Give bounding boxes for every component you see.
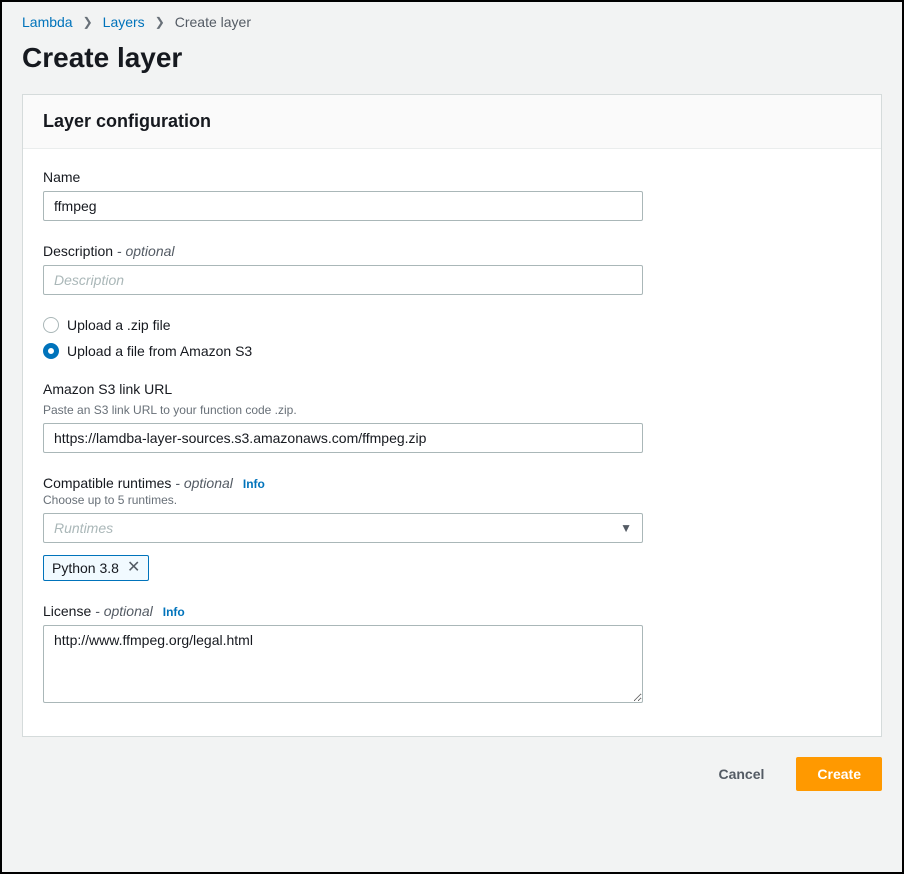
field-description: Description - optional [43, 243, 861, 295]
cancel-button[interactable]: Cancel [698, 757, 784, 791]
license-input[interactable] [43, 625, 643, 703]
field-s3-url: Amazon S3 link URL Paste an S3 link URL … [43, 381, 861, 453]
chevron-right-icon: ❯ [155, 15, 165, 29]
breadcrumb-current: Create layer [175, 14, 251, 30]
license-info-link[interactable]: Info [163, 605, 185, 619]
field-runtimes: Compatible runtimes - optional Info Choo… [43, 475, 861, 581]
panel-header: Layer configuration [23, 95, 881, 149]
s3-url-help: Paste an S3 link URL to your function co… [43, 403, 861, 417]
runtimes-label: Compatible runtimes - optional [43, 475, 233, 491]
panel-title: Layer configuration [43, 111, 861, 132]
runtimes-placeholder: Runtimes [54, 520, 113, 536]
description-label: Description - optional [43, 243, 861, 259]
chevron-right-icon: ❯ [83, 15, 93, 29]
radio-upload-s3[interactable]: Upload a file from Amazon S3 [43, 343, 861, 359]
name-label: Name [43, 169, 861, 185]
layer-config-panel: Layer configuration Name Description - o… [22, 94, 882, 737]
s3-url-label: Amazon S3 link URL [43, 381, 861, 397]
breadcrumb: Lambda ❯ Layers ❯ Create layer [22, 10, 882, 42]
runtimes-info-link[interactable]: Info [243, 477, 265, 491]
radio-icon [43, 317, 59, 333]
runtimes-help: Choose up to 5 runtimes. [43, 493, 861, 507]
s3-url-input[interactable] [43, 423, 643, 453]
form-actions: Cancel Create [22, 757, 882, 791]
chevron-down-icon: ▼ [620, 521, 632, 535]
breadcrumb-layers[interactable]: Layers [103, 14, 145, 30]
runtime-tag-label: Python 3.8 [52, 560, 119, 576]
field-name: Name [43, 169, 861, 221]
field-license: License - optional Info [43, 603, 861, 708]
name-input[interactable] [43, 191, 643, 221]
radio-upload-zip[interactable]: Upload a .zip file [43, 317, 861, 333]
radio-icon [43, 343, 59, 359]
runtime-tag: Python 3.8 ✕ [43, 555, 149, 581]
radio-s3-label: Upload a file from Amazon S3 [67, 343, 252, 359]
create-button[interactable]: Create [796, 757, 882, 791]
runtimes-select[interactable]: Runtimes ▼ [43, 513, 643, 543]
close-icon[interactable]: ✕ [127, 560, 140, 576]
description-input[interactable] [43, 265, 643, 295]
page-title: Create layer [22, 42, 882, 74]
breadcrumb-lambda[interactable]: Lambda [22, 14, 73, 30]
license-label: License - optional [43, 603, 153, 619]
upload-source-radios: Upload a .zip file Upload a file from Am… [43, 317, 861, 359]
radio-zip-label: Upload a .zip file [67, 317, 171, 333]
